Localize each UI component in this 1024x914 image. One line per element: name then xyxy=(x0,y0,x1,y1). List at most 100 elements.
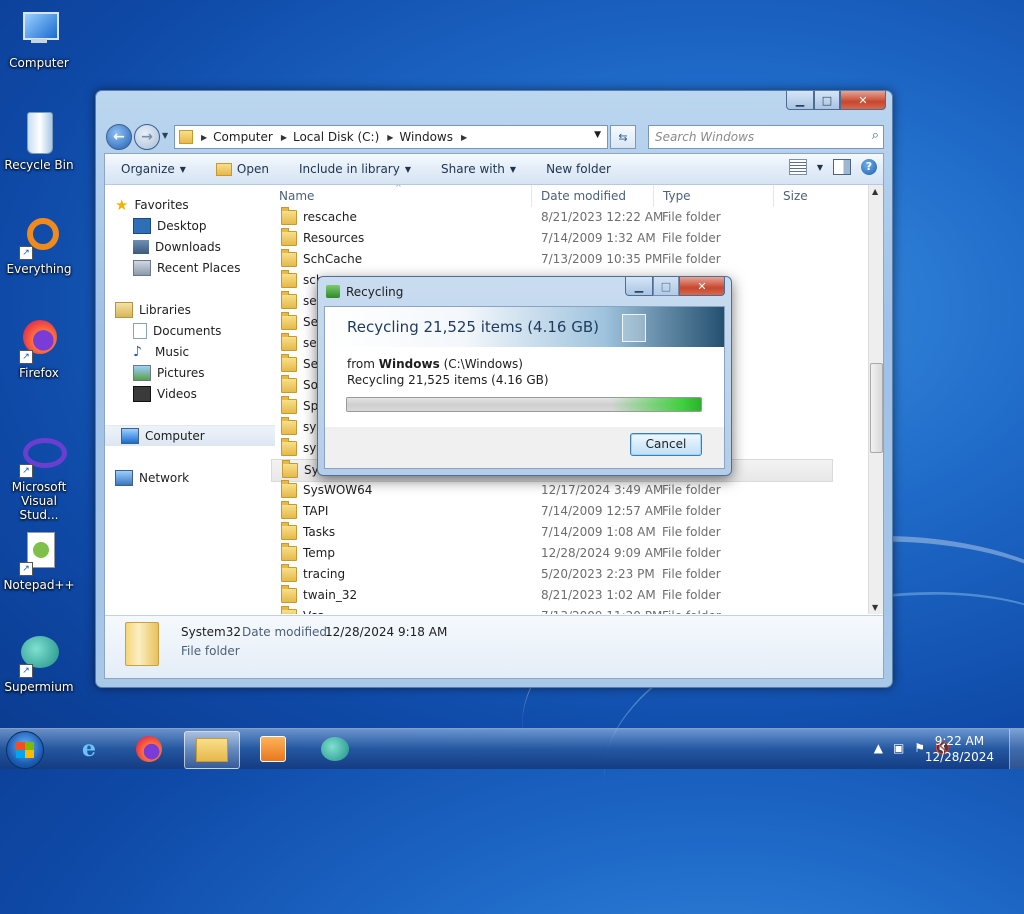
breadcrumb-separator[interactable]: ▶ xyxy=(461,133,467,142)
shortcut-arrow-icon: ↗ xyxy=(19,562,33,576)
desktop-icon-everything[interactable]: ↗ Everything xyxy=(0,214,78,276)
breadcrumb-windows[interactable]: Windows xyxy=(399,130,453,144)
new-folder-button[interactable]: New folder xyxy=(546,162,611,176)
breadcrumb-separator[interactable]: ▶ xyxy=(281,133,287,142)
help-icon[interactable]: ? xyxy=(861,159,877,175)
breadcrumb-computer[interactable]: Computer xyxy=(213,130,273,144)
taskbar-media-player[interactable] xyxy=(246,731,300,767)
nav-music[interactable]: ♪ Music xyxy=(133,342,189,362)
nav-libraries[interactable]: Libraries xyxy=(115,300,191,320)
file-type: File folder xyxy=(662,231,721,245)
navigation-bar: ← → ▼ ▶ Computer ▶ Local Disk (C:) ▶ Win… xyxy=(104,123,884,150)
firefox-icon: ↗ xyxy=(17,318,61,364)
folder-icon xyxy=(281,375,297,393)
breadcrumb-separator[interactable]: ▶ xyxy=(387,133,393,142)
file-row[interactable]: SysWOW64 12/17/2024 3:49 AM File folder xyxy=(271,480,869,501)
windows-logo-icon xyxy=(16,742,34,758)
chevron-down-icon: ▼ xyxy=(404,164,411,174)
search-input[interactable]: Search Windows xyxy=(655,130,754,144)
nav-network[interactable]: Network xyxy=(115,468,189,488)
desktop-icon-firefox[interactable]: ↗ Firefox xyxy=(0,318,78,380)
computer-icon xyxy=(17,8,61,52)
desktop-icon-computer[interactable]: Computer xyxy=(0,8,78,70)
recycle-bin-icon xyxy=(17,110,61,154)
vertical-scrollbar[interactable]: ▲ ▼ xyxy=(868,185,883,614)
dialog-minimize-button[interactable]: ▁ xyxy=(625,277,653,296)
breadcrumb-separator[interactable]: ▶ xyxy=(201,133,207,142)
network-icon xyxy=(115,470,133,486)
file-row[interactable]: twain_32 8/21/2023 1:02 AM File folder xyxy=(271,585,869,606)
desktop-icon-visual-studio[interactable]: ↗ Microsoft Visual Stud... xyxy=(0,432,78,522)
desktop-icon-supermium[interactable]: ↗ Supermium xyxy=(0,632,78,694)
folder-icon xyxy=(281,207,297,225)
nav-videos[interactable]: Videos xyxy=(133,384,197,404)
column-header-date[interactable]: Date modified xyxy=(533,185,654,207)
nav-favorites[interactable]: ★ Favorites xyxy=(115,195,189,215)
address-bar[interactable]: ▶ Computer ▶ Local Disk (C:) ▶ Windows ▶… xyxy=(174,125,608,149)
shortcut-arrow-icon: ↗ xyxy=(19,464,33,478)
organize-menu[interactable]: Organize ▼ xyxy=(121,162,186,176)
nav-downloads[interactable]: Downloads xyxy=(133,237,221,257)
share-with-menu[interactable]: Share with ▼ xyxy=(441,162,516,176)
folder-icon xyxy=(281,249,297,267)
file-row[interactable]: Vss 7/13/2009 11:20 PMFile folder xyxy=(271,606,869,614)
refresh-button[interactable]: ⇆ xyxy=(610,125,636,149)
file-row[interactable]: tracing 5/20/2023 2:23 PM File folder xyxy=(271,564,869,585)
recycle-bin-icon xyxy=(622,314,646,342)
file-name: Tasks xyxy=(303,525,336,539)
file-row[interactable]: SchCache 7/13/2009 10:35 PM File folder xyxy=(271,249,869,270)
column-header-type[interactable]: Type xyxy=(655,185,774,207)
search-icon[interactable]: ⌕ xyxy=(872,128,879,143)
nav-documents[interactable]: Documents xyxy=(133,321,221,341)
dialog-close-button[interactable]: ✕ xyxy=(679,277,725,296)
clock-time: 9:22 AM xyxy=(934,734,985,748)
minimize-button[interactable]: ▁ xyxy=(786,91,814,110)
address-dropdown-icon[interactable]: ▼ xyxy=(594,130,601,140)
scroll-down-icon[interactable]: ▼ xyxy=(872,603,878,612)
show-desktop-button[interactable] xyxy=(1009,729,1024,769)
maximize-button[interactable]: □ xyxy=(814,91,840,110)
search-box[interactable]: Search Windows ⌕ xyxy=(648,125,884,149)
taskbar-internet-explorer[interactable]: e xyxy=(62,731,116,767)
file-row[interactable]: TAPI 7/14/2009 12:57 AM File folder xyxy=(271,501,869,522)
column-header-size[interactable]: Size xyxy=(775,185,843,207)
chevron-down-icon[interactable]: ▼ xyxy=(817,163,823,172)
open-button[interactable]: Open xyxy=(215,162,269,176)
start-button[interactable] xyxy=(6,731,44,769)
scroll-up-icon[interactable]: ▲ xyxy=(872,187,878,196)
nav-recent-places[interactable]: Recent Places xyxy=(133,258,240,278)
file-row[interactable]: Temp 12/28/2024 9:09 AM File folder xyxy=(271,543,869,564)
action-center-flag-icon[interactable]: ⚑ xyxy=(914,741,925,755)
scroll-thumb[interactable] xyxy=(870,363,883,453)
dialog-banner: Recycling 21,525 items (4.16 GB) xyxy=(325,307,724,347)
documents-icon xyxy=(133,323,147,339)
preview-pane-icon[interactable] xyxy=(833,159,851,175)
column-header-name[interactable]: Name ^ xyxy=(271,185,532,207)
nav-computer[interactable]: Computer xyxy=(105,425,275,446)
forward-button[interactable]: → xyxy=(134,124,160,150)
taskbar-supermium[interactable] xyxy=(308,731,362,767)
folder-icon xyxy=(281,480,297,498)
file-row[interactable]: Resources 7/14/2009 1:32 AM File folder xyxy=(271,228,869,249)
navigation-pane: ★ Favorites Desktop Downloads Recent Plac… xyxy=(105,185,275,614)
file-row[interactable]: rescache 8/21/2023 12:22 AM File folder xyxy=(271,207,869,228)
taskbar-firefox[interactable] xyxy=(122,731,176,767)
taskbar-windows-explorer[interactable] xyxy=(184,731,240,769)
nav-desktop[interactable]: Desktop xyxy=(133,216,207,236)
back-button[interactable]: ← xyxy=(106,124,132,150)
include-in-library-menu[interactable]: Include in library ▼ xyxy=(299,162,411,176)
pictures-icon xyxy=(133,365,151,381)
cancel-button[interactable]: Cancel xyxy=(630,433,702,456)
show-hidden-icons-icon[interactable]: ▲ xyxy=(874,741,883,755)
nav-pictures[interactable]: Pictures xyxy=(133,363,205,383)
network-icon[interactable]: ▣ xyxy=(893,741,904,755)
view-options-icon[interactable] xyxy=(788,159,807,175)
file-row[interactable]: Tasks 7/14/2009 1:08 AM File folder xyxy=(271,522,869,543)
desktop-icon-label: Computer xyxy=(9,56,69,70)
breadcrumb-local-disk[interactable]: Local Disk (C:) xyxy=(293,130,379,144)
close-button[interactable]: ✕ xyxy=(840,91,886,110)
recent-pages-dropdown[interactable]: ▼ xyxy=(162,131,168,140)
clock[interactable]: 9:22 AM 12/28/2024 xyxy=(925,733,994,765)
desktop-icon-recycle-bin[interactable]: Recycle Bin xyxy=(0,110,78,172)
desktop-icon-notepad-plus-plus[interactable]: ↗ Notepad++ xyxy=(0,530,78,592)
